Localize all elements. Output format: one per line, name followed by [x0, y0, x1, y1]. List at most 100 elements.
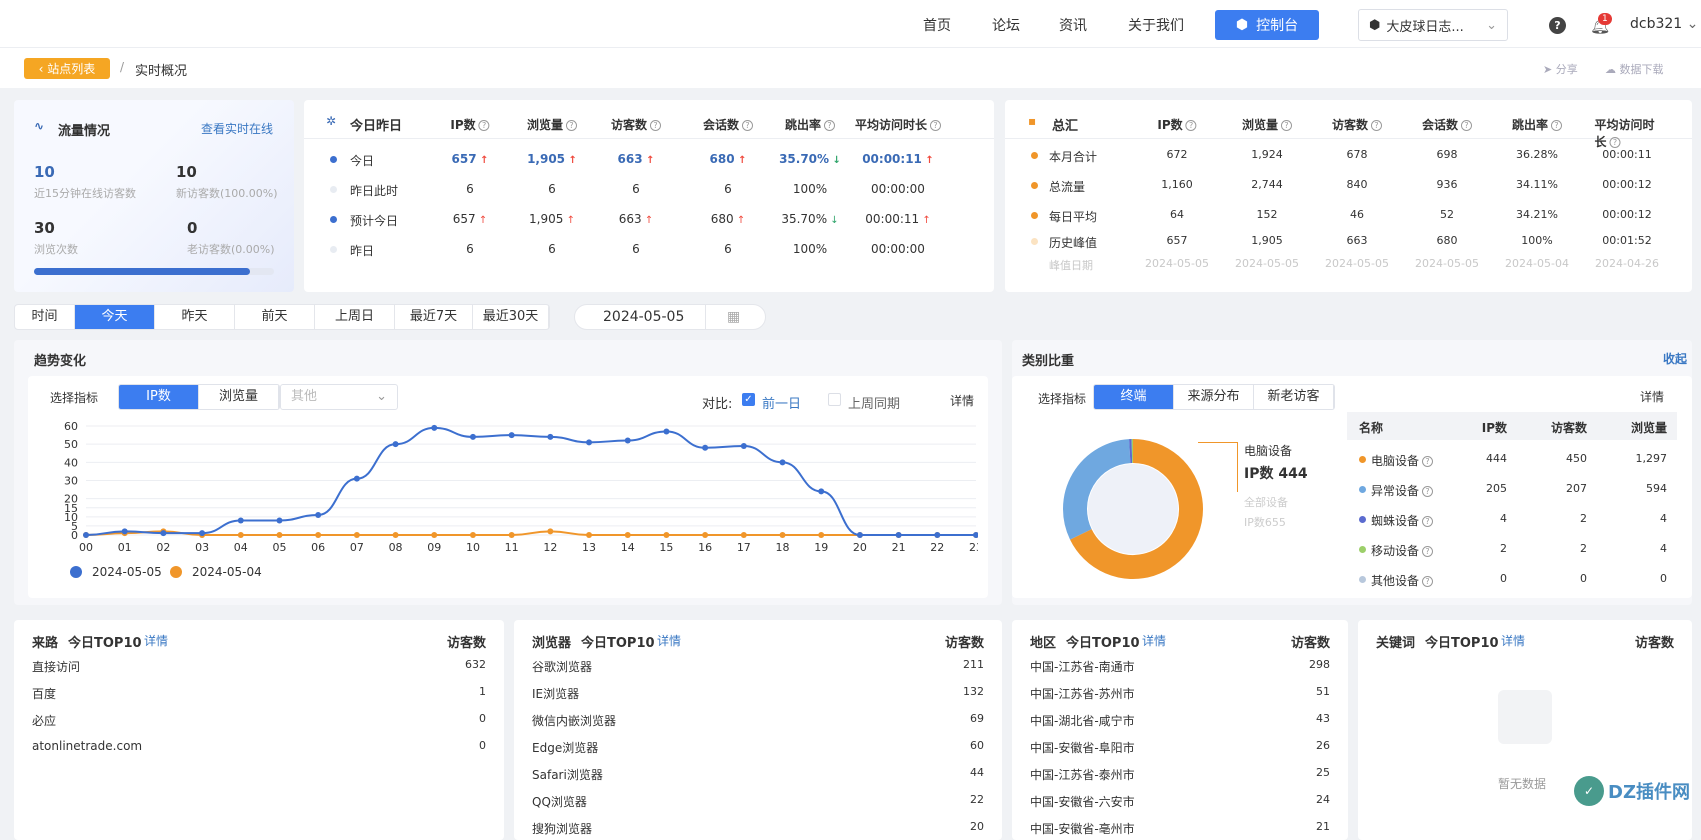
list-item-label: 百度: [32, 687, 57, 701]
device-value: 2: [1580, 512, 1587, 525]
category-detail-link[interactable]: 详情: [1640, 388, 1664, 405]
question-icon[interactable]: ?: [824, 120, 836, 131]
category-tab[interactable]: 新老访客: [1254, 385, 1334, 409]
range-tab[interactable]: 今天: [75, 305, 155, 329]
question-icon[interactable]: ?: [1422, 576, 1434, 587]
download-button[interactable]: ☁ 数据下载: [1605, 61, 1664, 77]
list-item-value: 26: [1316, 739, 1330, 752]
row-value: 6: [724, 182, 732, 196]
tab-pageviews[interactable]: 浏览量: [199, 385, 279, 409]
question-icon[interactable]: ?: [1422, 456, 1434, 467]
chevron-down-icon: ⌄: [1686, 16, 1699, 32]
category-tab[interactable]: 终端: [1094, 385, 1174, 409]
question-icon[interactable]: ?: [650, 120, 662, 131]
row-value: 00:01:52: [1602, 234, 1652, 247]
question-icon[interactable]: ?: [1422, 516, 1434, 527]
console-button[interactable]: ⬢ 控制台: [1215, 10, 1319, 40]
data-point: [353, 532, 360, 538]
row-value: 00:00:00: [871, 242, 925, 256]
x-tick-label: 15: [659, 541, 673, 554]
y-tick-label: 30: [64, 475, 78, 488]
visitor-progress-track: [34, 268, 274, 275]
gear-icon: ✲: [326, 114, 337, 128]
row-label: 历史峰值: [1049, 236, 1098, 250]
row-value: 64: [1170, 208, 1184, 221]
date-picker[interactable]: 2024-05-05 ▦: [574, 304, 766, 330]
list-item-label: 微信内嵌浏览器: [532, 714, 617, 728]
question-icon[interactable]: ?: [1551, 120, 1563, 131]
region-detail-link[interactable]: 详情: [1142, 632, 1166, 649]
question-icon[interactable]: ?: [1422, 486, 1434, 497]
trend-detail-link[interactable]: 详情: [950, 392, 974, 409]
new-visitors-count: 10: [176, 163, 197, 181]
category-tab[interactable]: 来源分布: [1174, 385, 1254, 409]
row-value: 1,905 ↑: [527, 152, 577, 166]
data-point: [586, 532, 593, 538]
row-dot-icon: [330, 246, 337, 253]
range-tab[interactable]: 前天: [235, 305, 315, 329]
question-icon[interactable]: ?: [1371, 120, 1383, 131]
row-label: 昨日: [350, 244, 375, 258]
device-name: 移动设备?: [1371, 542, 1434, 559]
device-value: 4: [1660, 542, 1667, 555]
row-value: 840: [1346, 178, 1368, 191]
question-icon[interactable]: ?: [1609, 137, 1621, 148]
browser-detail-link[interactable]: 详情: [657, 632, 681, 649]
source-card: 来路 今日TOP10 详情 访客数 直接访问 632 百度 1 必应 0 atonlinetrade…: [14, 620, 504, 840]
tab-ip[interactable]: IP数: [119, 385, 199, 409]
summary-col-header: 访客数?: [1332, 116, 1383, 133]
header-label: 平均访问时长: [854, 118, 928, 132]
row-dot-icon: [330, 156, 337, 163]
page-title: 实时概况: [135, 64, 188, 79]
device-col-header: 浏览量: [1630, 421, 1667, 435]
list-item-value: 69: [970, 712, 984, 725]
device-table: 名称 IP数 访客数 浏览量 电脑设备? 444 450 1,297 异常设备? 205 207 59…: [1347, 412, 1677, 592]
question-icon[interactable]: ?: [742, 120, 754, 131]
help-icon[interactable]: ?: [1549, 17, 1566, 34]
nav-news[interactable]: 资讯: [1059, 15, 1087, 35]
data-point: [469, 532, 476, 538]
row-value: 00:00:11: [1602, 148, 1652, 161]
question-icon[interactable]: ?: [478, 120, 490, 131]
device-value: 4: [1660, 512, 1667, 525]
cube-icon: ⬢: [1369, 17, 1381, 33]
keyword-detail-link[interactable]: 详情: [1501, 632, 1525, 649]
y-tick-label: 20: [64, 493, 78, 506]
device-value: 594: [1646, 482, 1667, 495]
question-icon[interactable]: ?: [566, 120, 578, 131]
question-icon[interactable]: ?: [1185, 120, 1197, 131]
row-value: 00:00:11 ↑: [862, 152, 934, 166]
cloud-download-icon: ☁: [1605, 63, 1616, 76]
trend-title: 趋势变化: [34, 354, 87, 369]
range-tab[interactable]: 最近7天: [395, 305, 473, 329]
source-detail-link[interactable]: 详情: [144, 632, 168, 649]
row-value: 672: [1166, 148, 1188, 161]
region-card: 地区 今日TOP10 详情 访客数 中国-江苏省-南通市 298 中国-江苏省-苏州市 51 中…: [1012, 620, 1348, 840]
pageviews-label: 浏览次数: [34, 243, 78, 256]
data-point: [973, 532, 978, 538]
arrow-down-icon: ↓: [827, 215, 839, 226]
question-icon[interactable]: ?: [1281, 120, 1293, 131]
range-tab[interactable]: 最近30天: [473, 305, 549, 329]
collapse-button[interactable]: 收起: [1663, 350, 1687, 367]
compare-last-week-checkbox[interactable]: [828, 393, 841, 406]
nav-about[interactable]: 关于我们: [1128, 15, 1184, 35]
share-button[interactable]: ➤ 分享: [1543, 61, 1578, 77]
data-point: [740, 442, 747, 449]
other-metric-select[interactable]: 其他 ⌄: [280, 384, 398, 410]
question-icon[interactable]: ?: [930, 120, 942, 131]
range-tab[interactable]: 昨天: [155, 305, 235, 329]
data-point: [586, 439, 593, 446]
user-menu[interactable]: dcb321 ⌄: [1630, 16, 1698, 32]
site-select[interactable]: ⬢ 大皮球日志... ⌄: [1358, 9, 1508, 41]
question-icon[interactable]: ?: [1461, 120, 1473, 131]
back-to-sites-button[interactable]: ‹ 站点列表: [24, 58, 110, 79]
nav-home[interactable]: 首页: [923, 15, 951, 35]
range-tab[interactable]: 上周日: [315, 305, 395, 329]
compare-prev-day-checkbox[interactable]: ✓: [742, 393, 755, 406]
question-icon[interactable]: ?: [1422, 546, 1434, 557]
realtime-online-link[interactable]: 查看实时在线: [201, 120, 273, 137]
nav-forum[interactable]: 论坛: [992, 15, 1020, 35]
share-icon: ➤: [1543, 63, 1553, 76]
value-text: 680: [709, 152, 735, 166]
